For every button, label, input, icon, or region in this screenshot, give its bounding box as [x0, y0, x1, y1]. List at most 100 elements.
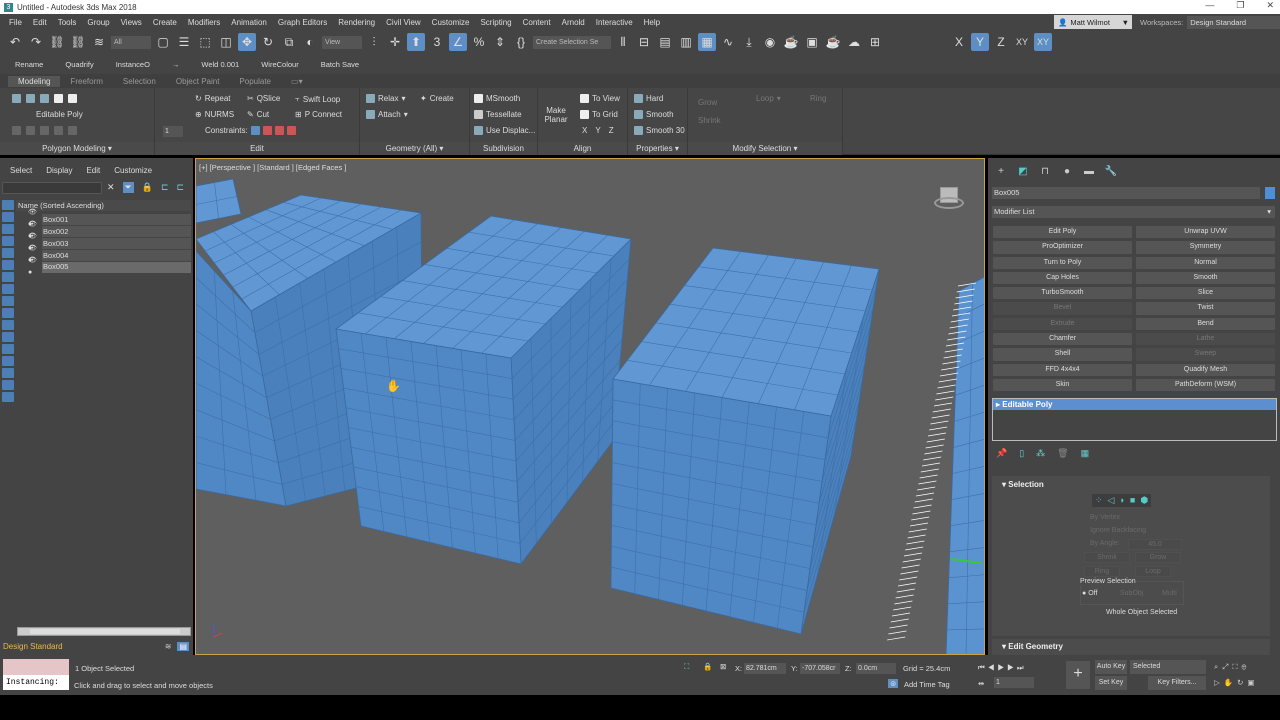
modifier-button-twist[interactable]: Twist [1136, 302, 1275, 315]
modify-tab-icon[interactable]: ◩ [1016, 166, 1030, 177]
z-coordinate-field[interactable]: 0.0cm [856, 663, 896, 674]
isolate-selection-icon[interactable]: ⛶ [684, 662, 689, 672]
menu-file[interactable]: File [6, 18, 30, 27]
modifier-button-slice[interactable]: Slice [1136, 287, 1275, 300]
utilities-tab-icon[interactable]: 🔧 [1104, 166, 1118, 177]
viewport-label[interactable]: [+] [Perspective ] [Standard ] [Edged Fa… [199, 163, 346, 172]
ring-button[interactable]: Ring [1084, 566, 1120, 577]
render-cloud-icon[interactable]: ☁ [845, 33, 863, 51]
manipulate-icon[interactable]: ✛ [386, 33, 404, 51]
display-lights-icon[interactable] [2, 224, 14, 234]
viewport-nav-icons-top[interactable]: ⌕⤢⛶⊕ [1214, 662, 1250, 672]
modifier-button-lathe[interactable]: Lathe [1136, 333, 1275, 346]
shrink-button[interactable]: Shrink [1084, 552, 1130, 563]
make-unique-icon[interactable]: ⁂ [1036, 448, 1045, 459]
loop-button[interactable]: Loop [1135, 566, 1171, 577]
shrink-button[interactable]: Shrink [698, 116, 721, 125]
tab-object-paint[interactable]: Object Paint [166, 76, 230, 87]
scene-explorer-icon[interactable]: ▤ [656, 33, 674, 51]
close-button[interactable]: ✕ [1266, 0, 1274, 11]
display-tab-icon[interactable]: ▬ [1082, 166, 1096, 177]
workspace-dropdown[interactable]: Design Standard [1187, 15, 1280, 29]
by-vertex-checkbox[interactable]: By Vertex [1090, 514, 1120, 521]
angle-spinner[interactable]: 45.0 [1128, 539, 1182, 550]
select-object-icon[interactable]: ▢ [154, 33, 172, 51]
polygon-modeling-label[interactable]: Polygon Modeling ▾ [0, 142, 154, 155]
time-tag-icon[interactable]: ⊛ [888, 679, 899, 688]
restore-button[interactable]: ❐ [1236, 0, 1244, 11]
modifier-button-prooptimizer[interactable]: ProOptimizer [993, 241, 1132, 254]
explorer-scrollbar[interactable] [17, 627, 191, 636]
make-planar-button[interactable]: Make Planar [542, 106, 570, 124]
grow-button[interactable]: Grow [1135, 552, 1181, 563]
set-key-big-icon[interactable]: + [1066, 661, 1090, 689]
modifier-button-unwrap-uvw[interactable]: Unwrap UVW [1136, 226, 1275, 239]
modifier-stack-icons[interactable] [12, 126, 77, 135]
modifier-button-smooth[interactable]: Smooth [1136, 271, 1275, 285]
bind-space-warp-icon[interactable]: ≋ [90, 33, 108, 51]
maxscript-listener-output[interactable] [3, 659, 69, 675]
modifier-list-dropdown[interactable]: Modifier List ▾ [992, 206, 1275, 218]
align-axis-buttons[interactable]: XYZ [582, 126, 614, 135]
viewport-nav-icons-bottom[interactable]: ▷✋↻▣ [1214, 678, 1258, 687]
display-bones-icon[interactable] [2, 296, 14, 306]
display-geometry-icon[interactable] [2, 200, 14, 210]
visibility-eye-icon[interactable]: 👁 ● [16, 255, 42, 279]
menu-scripting[interactable]: Scripting [477, 18, 519, 27]
box-top-face[interactable] [196, 178, 242, 224]
ribbon-toggle-icon[interactable]: ▦ [698, 33, 716, 51]
axis-xy-button[interactable]: XY [1013, 33, 1031, 51]
grow-button[interactable]: Grow [698, 98, 717, 107]
nurms-button[interactable]: ⊕ NURMS [195, 110, 234, 119]
border-icon[interactable]: ◗ [1119, 495, 1124, 506]
modify-selection-group-label[interactable]: Modify Selection ▾ [688, 142, 842, 155]
create-tab-icon[interactable]: + [994, 166, 1008, 177]
modifier-button-edit-poly[interactable]: Edit Poly [993, 226, 1132, 239]
tab-freeform[interactable]: Freeform [60, 76, 112, 87]
set-key-button[interactable]: Set Key [1095, 676, 1127, 690]
explorer-menu-edit[interactable]: Edit [86, 166, 100, 175]
align-z-button[interactable]: Z [609, 126, 614, 135]
modifier-button-sweep[interactable]: Sweep [1136, 348, 1275, 361]
tessellate-button[interactable]: Tessellate [474, 110, 522, 119]
clear-search-icon[interactable]: ✕ [107, 182, 115, 193]
explorer-menu-customize[interactable]: Customize [114, 166, 152, 175]
display-all-icon[interactable] [2, 344, 14, 354]
time-config-icon[interactable]: ⇹ [978, 679, 984, 688]
modifier-button-turbosmooth[interactable]: TurboSmooth [993, 287, 1132, 300]
selection-filter-dropdown[interactable]: All [111, 35, 151, 49]
current-frame-field[interactable]: 1 [994, 677, 1034, 688]
repeat-button[interactable]: ↻ Repeat [195, 94, 231, 103]
explorer-row-box002[interactable]: 👁 ● Box002 [16, 221, 191, 240]
menu-arnold[interactable]: Arnold [559, 18, 593, 27]
smooth-30-button[interactable]: Smooth 30 [634, 126, 685, 135]
named-selection-dropdown[interactable]: Create Selection Se [533, 35, 611, 49]
display-none-icon[interactable] [2, 356, 14, 366]
select-by-name-icon[interactable]: ☰ [175, 33, 193, 51]
display-helpers-icon[interactable] [2, 248, 14, 258]
custom-tool-6[interactable]: Batch Save [321, 60, 359, 69]
absolute-mode-icon[interactable]: ⊠ [720, 662, 726, 671]
angle-snap-icon[interactable]: ∠ [449, 33, 467, 51]
display-spacewarps-icon[interactable] [2, 260, 14, 270]
modifier-button-shell[interactable]: Shell [993, 348, 1132, 361]
menu-views[interactable]: Views [118, 18, 150, 27]
link-icon[interactable]: ⛓ [48, 33, 66, 51]
move-icon[interactable]: ✥ [238, 33, 256, 51]
object-color-swatch[interactable] [1265, 187, 1275, 199]
menu-group[interactable]: Group [84, 18, 117, 27]
explorer-row-box004[interactable]: 👁 ● Box004 [16, 245, 191, 264]
scale-icon[interactable]: ⧉ [280, 33, 298, 51]
place-icon[interactable]: ◐ [301, 33, 319, 51]
align-y-button[interactable]: Y [595, 126, 600, 135]
schematic-view-icon[interactable]: ⤓ [740, 33, 758, 51]
explorer-row-box001[interactable]: 👁 ● Box001 [16, 209, 191, 228]
show-end-result-icon[interactable]: ▯ [1019, 448, 1024, 459]
lock-icon[interactable]: 🔒 [142, 182, 153, 193]
axis-x-button[interactable]: X [950, 33, 968, 51]
properties-group-label[interactable]: Properties ▾ [628, 142, 687, 155]
unlink-icon[interactable]: ⛓ [69, 33, 87, 51]
remove-modifier-icon[interactable]: 🗑 [1057, 448, 1068, 459]
to-view-button[interactable]: To View [580, 94, 620, 103]
percent-snap-icon[interactable]: % [470, 33, 488, 51]
